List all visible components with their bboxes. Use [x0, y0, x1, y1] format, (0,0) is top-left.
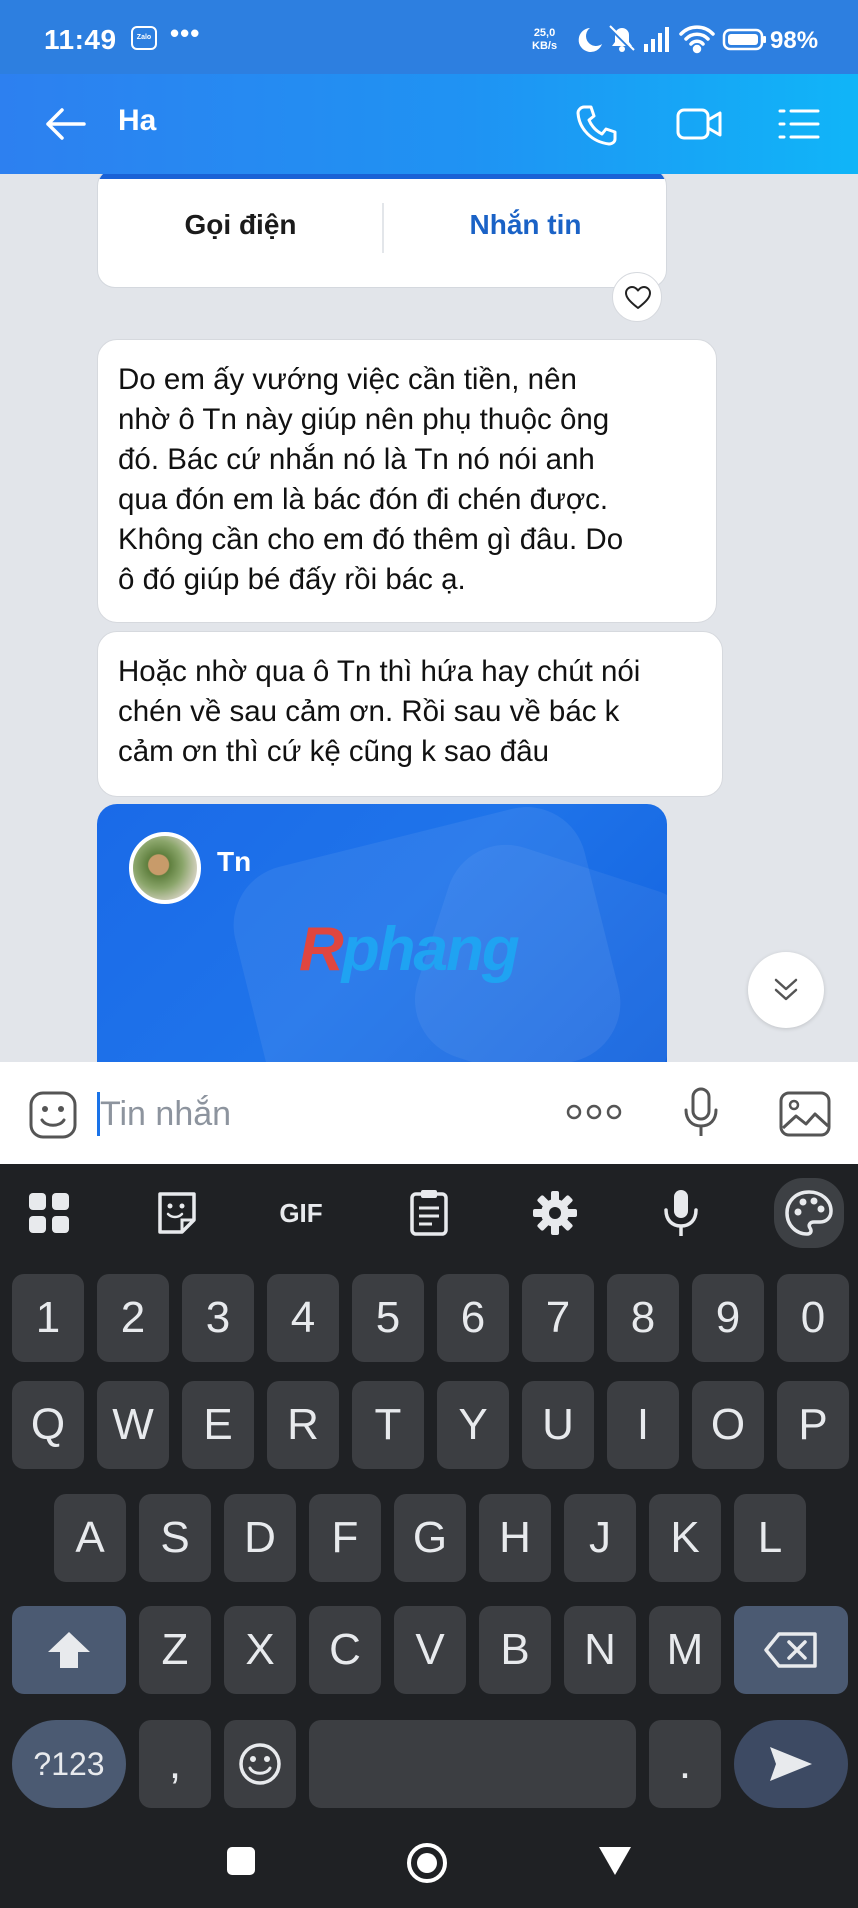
moon-icon — [578, 28, 602, 52]
react-button[interactable] — [612, 272, 662, 322]
clipboard-icon[interactable] — [400, 1184, 458, 1242]
status-bar: 11:49 Zalo ••• 25,0 KB/s 98% — [0, 0, 858, 74]
contact-card: Gọi điện Nhắn tin — [97, 174, 667, 288]
mic-icon[interactable] — [652, 1184, 710, 1242]
home-icon[interactable] — [406, 1842, 448, 1884]
key-8[interactable]: 8 — [607, 1274, 679, 1362]
key-y[interactable]: Y — [437, 1381, 509, 1469]
symbols-key[interactable]: ?123 — [12, 1720, 126, 1808]
key-2[interactable]: 2 — [97, 1274, 169, 1362]
key-b[interactable]: B — [479, 1606, 551, 1694]
phone-icon[interactable] — [574, 104, 618, 146]
comma-key[interactable]: , — [139, 1720, 211, 1808]
backspace-icon — [764, 1632, 817, 1668]
key-6[interactable]: 6 — [437, 1274, 509, 1362]
recents-icon[interactable] — [226, 1846, 256, 1876]
key-v[interactable]: V — [394, 1606, 466, 1694]
key-o[interactable]: O — [692, 1381, 764, 1469]
back-triangle-icon[interactable] — [598, 1846, 632, 1876]
chat-header: Ha — [0, 74, 858, 174]
shared-profile-card[interactable]: Tn Rphang — [97, 804, 667, 1062]
apps-grid-icon[interactable] — [20, 1184, 78, 1242]
avatar — [129, 832, 201, 904]
zalo-notification-icon: Zalo — [131, 26, 157, 50]
message-input[interactable] — [100, 1092, 520, 1136]
key-1[interactable]: 1 — [12, 1274, 84, 1362]
watermark-logo: Rphang — [299, 915, 520, 984]
double-chevron-down-icon — [774, 978, 798, 1001]
message-bubble[interactable]: Hoặc nhờ qua ô Tn thì hứa hay chút nói c… — [97, 631, 723, 797]
key-5[interactable]: 5 — [352, 1274, 424, 1362]
key-m[interactable]: M — [649, 1606, 721, 1694]
key-r[interactable]: R — [267, 1381, 339, 1469]
network-speed: 25,0 KB/s — [532, 27, 558, 52]
key-k[interactable]: K — [649, 1494, 721, 1582]
key-7[interactable]: 7 — [522, 1274, 594, 1362]
message-button[interactable]: Nhắn tin — [383, 209, 666, 241]
on-screen-keyboard: GIF 1 2 3 4 5 6 7 8 9 0 Q W E R T Y U I — [0, 1164, 858, 1908]
emoji-sticker-icon[interactable] — [28, 1090, 78, 1140]
signal-icon — [644, 27, 669, 52]
key-3[interactable]: 3 — [182, 1274, 254, 1362]
gif-button[interactable]: GIF — [272, 1184, 330, 1242]
key-w[interactable]: W — [97, 1381, 169, 1469]
key-h[interactable]: H — [479, 1494, 551, 1582]
heart-icon — [625, 286, 651, 309]
key-z[interactable]: Z — [139, 1606, 211, 1694]
contact-card-accent — [98, 174, 666, 179]
chat-messages[interactable]: Gọi điện Nhắn tin Do em ấy vướng việc cầ… — [0, 174, 858, 1062]
key-a[interactable]: A — [54, 1494, 126, 1582]
more-options-icon[interactable] — [565, 1102, 623, 1122]
key-0[interactable]: 0 — [777, 1274, 849, 1362]
emoji-key[interactable] — [224, 1720, 296, 1808]
battery-icon — [722, 28, 766, 51]
key-d[interactable]: D — [224, 1494, 296, 1582]
image-picker-icon[interactable] — [778, 1090, 832, 1138]
profile-name: Tn — [217, 846, 252, 877]
menu-icon[interactable] — [778, 106, 820, 142]
message-bubble[interactable]: Do em ấy vướng việc cần tiền, nên nhờ ô … — [97, 339, 717, 623]
space-bar[interactable] — [309, 1720, 636, 1808]
voice-message-icon[interactable] — [680, 1086, 722, 1140]
key-p[interactable]: P — [777, 1381, 849, 1469]
video-call-icon[interactable] — [676, 106, 722, 142]
status-icons — [578, 25, 766, 54]
status-time: 11:49 — [44, 24, 117, 55]
message-input-bar — [0, 1062, 858, 1164]
scroll-to-bottom-button[interactable] — [748, 952, 824, 1028]
key-g[interactable]: G — [394, 1494, 466, 1582]
call-button[interactable]: Gọi điện — [98, 209, 383, 241]
settings-gear-icon[interactable] — [526, 1184, 584, 1242]
system-navigation-bar — [0, 1824, 858, 1908]
period-key[interactable]: . — [649, 1720, 721, 1808]
mute-icon — [608, 25, 636, 54]
key-e[interactable]: E — [182, 1381, 254, 1469]
key-9[interactable]: 9 — [692, 1274, 764, 1362]
key-q[interactable]: Q — [12, 1381, 84, 1469]
key-u[interactable]: U — [522, 1381, 594, 1469]
key-n[interactable]: N — [564, 1606, 636, 1694]
battery-percent: 98% — [770, 27, 819, 54]
shift-key[interactable] — [12, 1606, 126, 1694]
key-s[interactable]: S — [139, 1494, 211, 1582]
key-x[interactable]: X — [224, 1606, 296, 1694]
key-4[interactable]: 4 — [267, 1274, 339, 1362]
emoji-icon — [239, 1743, 281, 1785]
palette-icon[interactable] — [774, 1178, 844, 1248]
backspace-key[interactable] — [734, 1606, 848, 1694]
sticker-icon[interactable] — [148, 1184, 206, 1242]
shift-arrow-icon — [48, 1632, 90, 1668]
key-f[interactable]: F — [309, 1494, 381, 1582]
send-arrow-icon — [770, 1747, 812, 1781]
conversation-title[interactable]: Ha — [118, 104, 156, 138]
key-l[interactable]: L — [734, 1494, 806, 1582]
wifi-icon — [679, 25, 715, 54]
back-arrow-icon[interactable] — [44, 104, 88, 144]
send-key[interactable] — [734, 1720, 848, 1808]
more-notifications-icon: ••• — [170, 18, 201, 48]
key-j[interactable]: J — [564, 1494, 636, 1582]
key-i[interactable]: I — [607, 1381, 679, 1469]
key-t[interactable]: T — [352, 1381, 424, 1469]
key-c[interactable]: C — [309, 1606, 381, 1694]
